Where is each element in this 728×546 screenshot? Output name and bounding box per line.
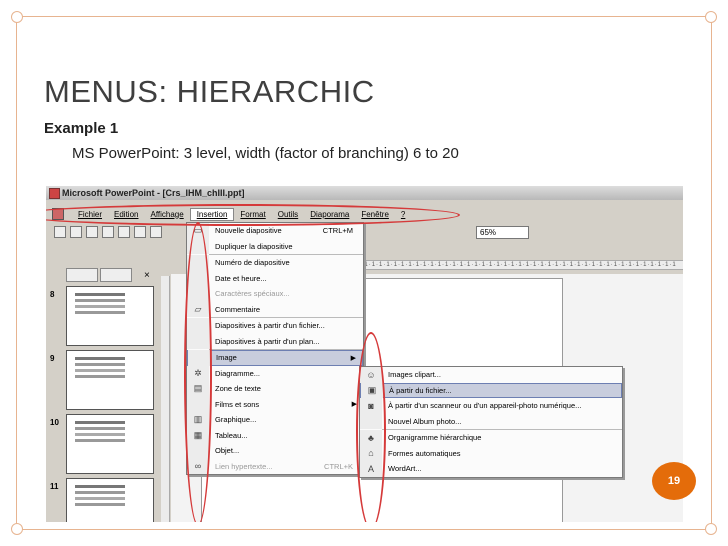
outline-tab[interactable] [66, 268, 98, 282]
corner-ornament [705, 11, 717, 23]
menu-item-object[interactable]: Objet... [187, 443, 363, 459]
menu-item-duplicate-slide[interactable]: Dupliquer la diapositive [187, 238, 363, 254]
submenu-item-from-file[interactable]: ▣ À partir du fichier... [360, 382, 622, 398]
open-icon[interactable] [70, 226, 82, 238]
corner-ornament [11, 523, 23, 535]
corner-ornament [11, 11, 23, 23]
page-number-badge: 19 [652, 462, 696, 500]
slide-thumbnail[interactable] [66, 414, 154, 474]
print-icon[interactable] [134, 226, 146, 238]
thumb-number: 9 [50, 354, 55, 363]
menu-item-table[interactable]: ▦ Tableau... [187, 427, 363, 443]
vertical-ruler [161, 276, 170, 522]
image-submenu: ☺ Images clipart... ▣ À partir du fichier.… [359, 366, 623, 478]
menu-item-hyperlink[interactable]: ∞ Lien hypertexte... CTRL+K [187, 458, 363, 474]
menu-item-image[interactable]: Image ▶ [187, 350, 363, 366]
slide-border-right [711, 16, 712, 530]
save-icon[interactable] [86, 226, 98, 238]
thumb-number: 11 [50, 482, 59, 491]
thumb-number: 10 [50, 418, 59, 427]
corner-ornament [705, 523, 717, 535]
window-titlebar: Microsoft PowerPoint - [Crs_IHM_chIII.pp… [46, 186, 683, 200]
submenu-item-autoshapes[interactable]: ⌂ Formes automatiques [360, 445, 622, 461]
menu-item-slide-number[interactable]: Numéro de diapositive [187, 255, 363, 271]
menu-item-textbox[interactable]: ▤ Zone de texte [187, 381, 363, 397]
annotation-ellipse-level3 [356, 332, 386, 522]
menu-item-movies-sounds[interactable]: Films et sons ▶ [187, 396, 363, 412]
submenu-item-scanner[interactable]: ◙ À partir d'un scanneur ou d'un appareil… [360, 398, 622, 414]
annotation-ellipse-menubar [46, 204, 460, 226]
slide-title: MENUS: HIERARCHIC [44, 74, 375, 109]
menu-item-diagram[interactable]: ✲ Diagramme... [187, 365, 363, 381]
zoom-select[interactable]: 65% [476, 226, 529, 239]
menu-item-slides-from-outline[interactable]: Diapositives à partir d'un plan... [187, 333, 363, 349]
thumb-number: 8 [50, 290, 55, 299]
close-icon[interactable]: × [144, 270, 150, 281]
slide-thumbnail[interactable] [66, 286, 154, 346]
annotation-ellipse-level2 [184, 222, 212, 522]
slide-body: MS PowerPoint: 3 level, width (factor of… [72, 145, 459, 162]
window-title: Microsoft PowerPoint - [Crs_IHM_chIII.pp… [62, 188, 245, 198]
powerpoint-screenshot: Microsoft PowerPoint - [Crs_IHM_chIII.pp… [46, 186, 683, 522]
slide-thumbnail[interactable] [66, 350, 154, 410]
slide-border-left [16, 16, 17, 530]
menu-item-special-chars[interactable]: Caractères spéciaux... [187, 286, 363, 302]
preview-icon[interactable] [150, 226, 162, 238]
slide-subtitle: Example 1 [44, 120, 119, 137]
submenu-item-wordart[interactable]: A WordArt... [360, 461, 622, 477]
slide-thumbnail[interactable] [66, 478, 154, 522]
menu-item-comment[interactable]: ▱ Commentaire [187, 301, 363, 317]
submenu-item-org-chart[interactable]: ♣ Organigramme hiérarchique [360, 430, 622, 446]
menu-item-date-time[interactable]: Date et heure... [187, 270, 363, 286]
new-icon[interactable] [54, 226, 66, 238]
slide-border-bottom [16, 529, 712, 530]
submenu-item-clipart[interactable]: ☺ Images clipart... [360, 367, 622, 383]
menu-item-slides-from-file[interactable]: Diapositives à partir d'un fichier... [187, 318, 363, 334]
submenu-item-photo-album[interactable]: Nouvel Album photo... [360, 413, 622, 429]
standard-toolbar [46, 224, 683, 240]
pane-tabs [66, 268, 154, 282]
permission-icon[interactable] [102, 226, 114, 238]
menu-item-chart[interactable]: ▥ Graphique... [187, 412, 363, 428]
powerpoint-icon [49, 188, 60, 199]
slide-border-top [16, 16, 712, 17]
insertion-menu: ▭ Nouvelle diapositive CTRL+M Dupliquer la… [186, 222, 364, 475]
email-icon[interactable] [118, 226, 130, 238]
slides-tab[interactable] [100, 268, 132, 282]
